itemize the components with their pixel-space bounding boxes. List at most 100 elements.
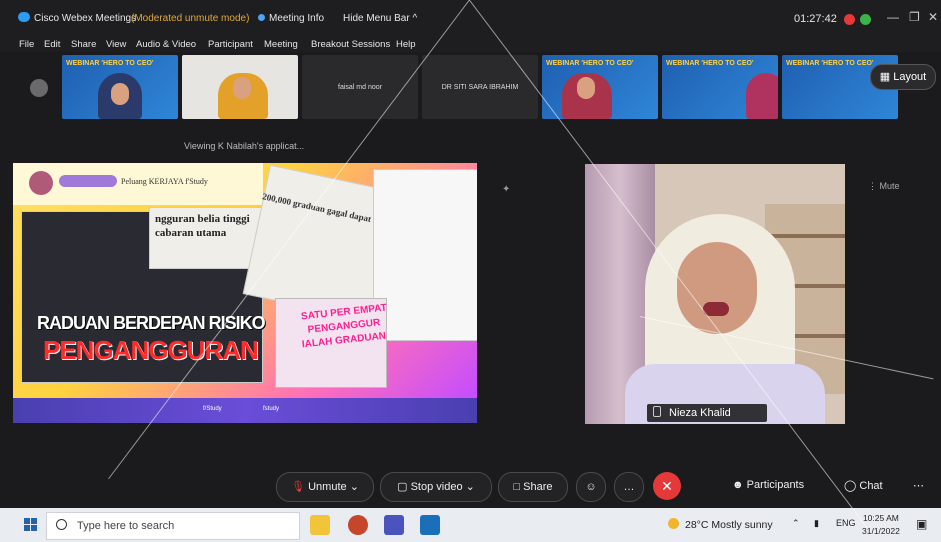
meeting-timer: 01:27:42	[794, 13, 837, 25]
overflow-button[interactable]: ⋯	[913, 479, 924, 492]
thumbnail-label: WEBINAR 'HERO TO CEO'	[786, 60, 874, 67]
search-icon	[56, 519, 67, 530]
participant-thumbnail[interactable]: DR SITI SARA IBRAHIM	[422, 55, 538, 119]
participants-button[interactable]: ☻ Participants	[732, 479, 804, 491]
notifications-icon[interactable]: ▣	[916, 517, 927, 531]
taskbar-search-input[interactable]: Type here to search	[46, 512, 300, 540]
menu-view[interactable]: View	[106, 39, 126, 50]
thumbnail-label: WEBINAR 'HERO TO CEO'	[666, 60, 754, 67]
participant-face	[111, 83, 129, 105]
pin-icon[interactable]: ✦	[502, 184, 510, 195]
unmute-button[interactable]: 🎙︎ Unmute ⌄	[276, 472, 374, 502]
participant-thumbnail[interactable]: WEBINAR 'HERO TO CEO'	[62, 55, 178, 119]
language-indicator[interactable]: ENG	[836, 518, 856, 528]
stop-video-button[interactable]: ▢ Stop video ⌄	[380, 472, 492, 502]
recording-icon[interactable]	[844, 14, 855, 25]
clock-date: 31/1/2022	[862, 526, 900, 536]
presenter-avatar	[29, 171, 53, 195]
volume-icon[interactable]: ▮	[814, 518, 819, 529]
thumbnail-label: WEBINAR 'HERO TO CEO'	[546, 60, 634, 67]
share-icon: □	[513, 481, 521, 493]
chat-button[interactable]: ◯ Chat	[844, 479, 883, 492]
stop-video-label: Stop video	[410, 481, 463, 493]
camera-icon: ▢	[397, 481, 408, 493]
website-handle: fstudy	[263, 406, 280, 412]
menu-share[interactable]: Share	[71, 39, 96, 50]
reactions-button[interactable]: ☺	[576, 472, 606, 502]
share-label: Share	[523, 481, 553, 493]
thumbnail-label: WEBINAR 'HERO TO CEO'	[66, 60, 154, 67]
strip-previous-button[interactable]	[30, 79, 48, 97]
presenter-tag	[59, 175, 117, 187]
meeting-info-button[interactable]: Meeting Info	[258, 13, 324, 24]
title-bar: Cisco Webex Meetings (Moderated unmute m…	[0, 0, 941, 36]
taskbar-clock[interactable]: 10:25 AM 31/1/2022	[862, 512, 900, 538]
chevron-up-icon[interactable]: ⌃	[792, 518, 800, 529]
chat-icon: ◯	[844, 480, 857, 492]
menu-edit[interactable]: Edit	[44, 39, 60, 50]
participant-name: DR SITI SARA IBRAHIM	[441, 84, 519, 91]
clock-time: 10:25 AM	[862, 513, 899, 523]
clip-headline-line2: cabaran utama	[155, 227, 227, 239]
active-speaker-video[interactable]: Nieza Khalid	[585, 164, 845, 424]
weather-widget[interactable]: 28°C Mostly sunny	[668, 518, 773, 531]
menu-meeting[interactable]: Meeting	[264, 39, 298, 50]
share-button[interactable]: □ Share	[498, 472, 568, 502]
file-explorer-icon[interactable]	[310, 515, 330, 535]
more-options-button[interactable]: …	[614, 472, 644, 502]
info-icon	[258, 14, 265, 21]
layout-label: Layout	[893, 71, 927, 83]
phone-icon	[653, 406, 661, 417]
meeting-info-label: Meeting Info	[269, 13, 325, 24]
chat-label: Chat	[859, 480, 883, 492]
news-clipping-pink: SATU PER EMPAT PENGANGGUR IALAH GRADUAN	[275, 298, 387, 388]
menu-bar: File Edit Share View Audio & Video Parti…	[0, 36, 941, 52]
browser-icon[interactable]	[348, 515, 368, 535]
viewing-indicator: Viewing K Nabilah's applicat...	[184, 141, 305, 151]
search-placeholder: Type here to search	[77, 520, 175, 532]
shared-footer: f/Study fstudy	[13, 398, 477, 423]
connection-icon[interactable]	[860, 14, 871, 25]
menu-breakout-sessions[interactable]: Breakout Sessions	[311, 39, 390, 50]
participant-face	[233, 77, 251, 99]
avatar	[746, 73, 778, 119]
close-window-button[interactable]: ✕	[928, 10, 938, 24]
webex-taskbar-icon[interactable]	[420, 515, 440, 535]
minimize-button[interactable]: —	[887, 10, 899, 24]
clip-headline-line1: ngguran belia tinggi	[155, 213, 250, 225]
meeting-mode-label: (Moderated unmute mode)	[131, 13, 250, 24]
webex-logo-icon	[18, 12, 30, 22]
microphone-muted-icon: 🎙︎	[291, 481, 306, 493]
app-title: Cisco Webex Meetings	[34, 13, 137, 24]
menu-audio-video[interactable]: Audio & Video	[136, 39, 196, 50]
participant-name-tag: Nieza Khalid	[647, 404, 767, 422]
banner-line2: PENGANGGURAN	[43, 335, 259, 365]
mute-label: Mute	[879, 181, 900, 191]
hide-menu-bar-button[interactable]: Hide Menu Bar ^	[343, 13, 417, 24]
facebook-handle: f/Study	[203, 406, 222, 412]
end-call-button[interactable]: ✕	[653, 472, 681, 500]
windows-start-icon[interactable]	[24, 518, 38, 532]
participant-thumbnail[interactable]: faisal md noor	[302, 55, 418, 119]
speaker-face	[677, 242, 757, 334]
layout-button[interactable]: ▦ Layout	[870, 64, 936, 90]
menu-file[interactable]: File	[19, 39, 34, 50]
windows-taskbar: Type here to search 28°C Mostly sunny ⌃ …	[0, 508, 941, 542]
menu-participant[interactable]: Participant	[208, 39, 253, 50]
maximize-button[interactable]: ❐	[909, 10, 920, 24]
participants-label: Participants	[746, 479, 805, 491]
sun-icon	[668, 518, 679, 529]
teams-icon[interactable]	[384, 515, 404, 535]
unmute-label: Unmute	[308, 481, 347, 493]
participant-name: Nieza Khalid	[669, 407, 731, 419]
menu-help[interactable]: Help	[396, 39, 416, 50]
participant-thumbnail[interactable]	[182, 55, 298, 119]
shared-header: Peluang KERJAYA f'Study	[13, 163, 263, 205]
reactions-icon: ☺	[585, 481, 597, 493]
participant-strip: WEBINAR 'HERO TO CEO' faisal md noor DR …	[0, 52, 941, 122]
participant-thumbnail[interactable]: WEBINAR 'HERO TO CEO'	[542, 55, 658, 119]
mute-participant-button[interactable]: ⋮ Mute	[868, 181, 900, 192]
participant-thumbnail[interactable]: WEBINAR 'HERO TO CEO'	[662, 55, 778, 119]
participants-icon: ☻	[732, 479, 744, 491]
shared-screen[interactable]: Peluang KERJAYA f'Study ngguran belia ti…	[13, 163, 477, 423]
